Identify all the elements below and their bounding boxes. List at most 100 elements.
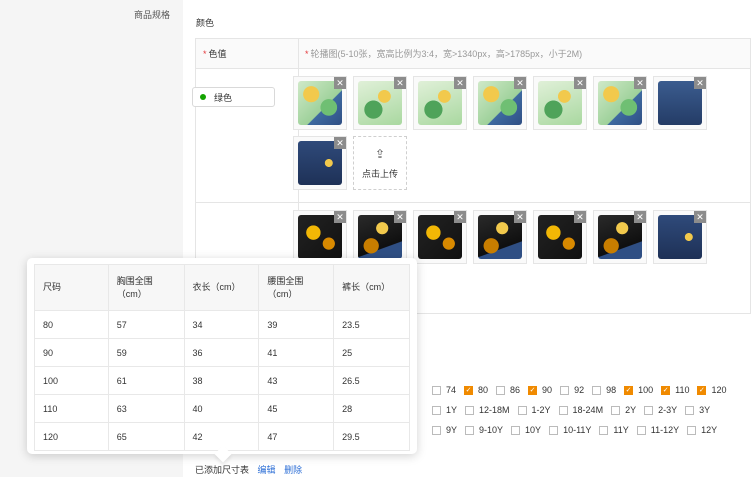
product-thumb[interactable]: ✕ [473, 76, 527, 130]
product-thumb[interactable]: ✕ [533, 210, 587, 264]
checkbox[interactable]: ✓ [661, 385, 671, 395]
checkbox[interactable] [599, 425, 609, 435]
product-thumb[interactable]: ✕ [353, 76, 407, 130]
size-chart-popup: 尺码 胸围全围 （cm） 衣长（cm） 腰围全围 （cm） 裤长（cm） 80 5… [27, 258, 417, 463]
product-thumb[interactable]: ✕ [293, 210, 347, 264]
remove-icon[interactable]: ✕ [394, 211, 406, 223]
checkbox[interactable] [549, 425, 559, 435]
section-label: 商品规格 [134, 10, 171, 20]
checkbox[interactable] [636, 425, 646, 435]
product-thumb[interactable]: ✕ [653, 210, 707, 264]
size-option[interactable]: 11Y [599, 425, 629, 435]
size-option[interactable]: 86 [496, 385, 520, 395]
table-row: 110 63 40 45 28 [34, 394, 410, 423]
remove-icon[interactable]: ✕ [454, 77, 466, 89]
carousel-header: * 轮播图(5-10张，宽高比例为3:4，宽>1340px，高>1785px，小… [299, 39, 750, 68]
pants-length-header: 裤长（cm） [333, 264, 410, 311]
color-value-header: * 色值 [196, 39, 299, 68]
size-option[interactable]: 11-12Y [636, 425, 679, 435]
remove-icon[interactable]: ✕ [334, 137, 346, 149]
size-option[interactable]: ✓ 90 [528, 385, 552, 395]
checkbox[interactable] [685, 405, 695, 415]
carousel-header-label: 轮播图(5-10张，宽高比例为3:4，宽>1340px，高>1785px，小于2… [310, 49, 583, 59]
color-dot [200, 94, 206, 100]
size-header: 尺码 [34, 264, 109, 311]
remove-icon[interactable]: ✕ [514, 77, 526, 89]
size-option[interactable]: 1Y [432, 405, 457, 415]
checkbox[interactable] [611, 405, 621, 415]
size-option[interactable]: ✓ 110 [661, 385, 689, 395]
size-option[interactable]: 9-10Y [465, 425, 503, 435]
checkbox[interactable] [465, 425, 475, 435]
checkbox[interactable] [432, 385, 441, 395]
product-thumb[interactable]: ✕ [413, 76, 467, 130]
size-option[interactable]: 10-11Y [549, 425, 591, 435]
checkbox[interactable]: ✓ [464, 385, 474, 395]
size-option[interactable]: 74 [432, 385, 456, 395]
checkbox[interactable] [511, 425, 521, 435]
product-thumb[interactable]: ✕ [353, 210, 407, 264]
remove-icon[interactable]: ✕ [334, 77, 346, 89]
checkbox[interactable] [560, 385, 570, 395]
remove-icon[interactable]: ✕ [634, 77, 646, 89]
remove-icon[interactable]: ✕ [574, 211, 586, 223]
size-chart-header-row: 尺码 胸围全围 （cm） 衣长（cm） 腰围全围 （cm） 裤长（cm） [34, 264, 410, 311]
size-chart-added-text: 已添加尺寸表 [195, 465, 250, 475]
color-chip-green[interactable]: 绿色 [192, 87, 275, 107]
size-option[interactable]: 12-18M [465, 405, 510, 415]
size-option[interactable]: ✓ 120 [697, 385, 727, 395]
required-mark: * [203, 48, 207, 59]
checkbox[interactable] [592, 385, 602, 395]
product-thumb[interactable]: ✕ [473, 210, 527, 264]
upload-label: 点击上传 [361, 168, 398, 179]
size-option[interactable]: 10Y [511, 425, 541, 435]
checkbox[interactable]: ✓ [697, 385, 707, 395]
remove-icon[interactable]: ✕ [454, 211, 466, 223]
product-thumb[interactable]: ✕ [293, 76, 347, 130]
remove-icon[interactable]: ✕ [574, 77, 586, 89]
checkbox[interactable] [644, 405, 654, 415]
product-thumb[interactable]: ✕ [413, 210, 467, 264]
product-thumb[interactable]: ✕ [593, 210, 647, 264]
size-option[interactable]: ✓ 100 [624, 385, 653, 395]
size-option[interactable]: 3Y [685, 405, 710, 415]
product-thumb[interactable]: ✕ [653, 76, 707, 130]
table-row: 80 57 34 39 23.5 [34, 310, 410, 339]
remove-icon[interactable]: ✕ [694, 211, 706, 223]
checkbox[interactable] [558, 405, 568, 415]
size-option[interactable]: ✓ 80 [464, 385, 488, 395]
remove-icon[interactable]: ✕ [394, 77, 406, 89]
size-option[interactable]: 2-3Y [644, 405, 677, 415]
checkbox[interactable]: ✓ [528, 385, 538, 395]
edit-size-chart-link[interactable]: 编辑 [258, 465, 276, 475]
size-option[interactable]: 12Y [687, 425, 717, 435]
checkbox[interactable]: ✓ [624, 385, 634, 395]
checkbox[interactable] [496, 385, 506, 395]
product-thumb[interactable]: ✕ [293, 136, 347, 190]
size-option[interactable]: 2Y [611, 405, 636, 415]
upload-icon: ⇪ [374, 146, 386, 161]
product-thumb[interactable]: ✕ [593, 76, 647, 130]
thumb-grid-green: ✕ ✕ ✕ ✕ ✕ ✕ ✕ ✕ ⇪ 点击上传 [293, 76, 713, 196]
checkbox[interactable] [465, 405, 475, 415]
remove-icon[interactable]: ✕ [334, 211, 346, 223]
size-option[interactable]: 1-2Y [517, 405, 551, 415]
delete-size-chart-link[interactable]: 删除 [284, 465, 302, 475]
table-header: * 色值 * 轮播图(5-10张，宽高比例为3:4，宽>1340px，高>178… [196, 39, 750, 69]
checkbox[interactable] [517, 405, 527, 415]
size-option[interactable]: 92 [560, 385, 584, 395]
product-thumb[interactable]: ✕ [533, 76, 587, 130]
size-chart-table: 尺码 胸围全围 （cm） 衣长（cm） 腰围全围 （cm） 裤长（cm） 80 5… [34, 264, 410, 451]
remove-icon[interactable]: ✕ [634, 211, 646, 223]
color-chip-label: 绿色 [214, 92, 233, 103]
remove-icon[interactable]: ✕ [694, 77, 706, 89]
checkbox[interactable] [432, 405, 441, 415]
size-option[interactable]: 98 [592, 385, 616, 395]
size-chart-footer: 已添加尺寸表 编辑 删除 [195, 463, 302, 476]
size-option[interactable]: 18-24M [558, 405, 603, 415]
upload-button[interactable]: ⇪ 点击上传 [353, 136, 407, 190]
checkbox[interactable] [432, 425, 441, 435]
size-option[interactable]: 9Y [432, 425, 457, 435]
checkbox[interactable] [687, 425, 697, 435]
remove-icon[interactable]: ✕ [514, 211, 526, 223]
